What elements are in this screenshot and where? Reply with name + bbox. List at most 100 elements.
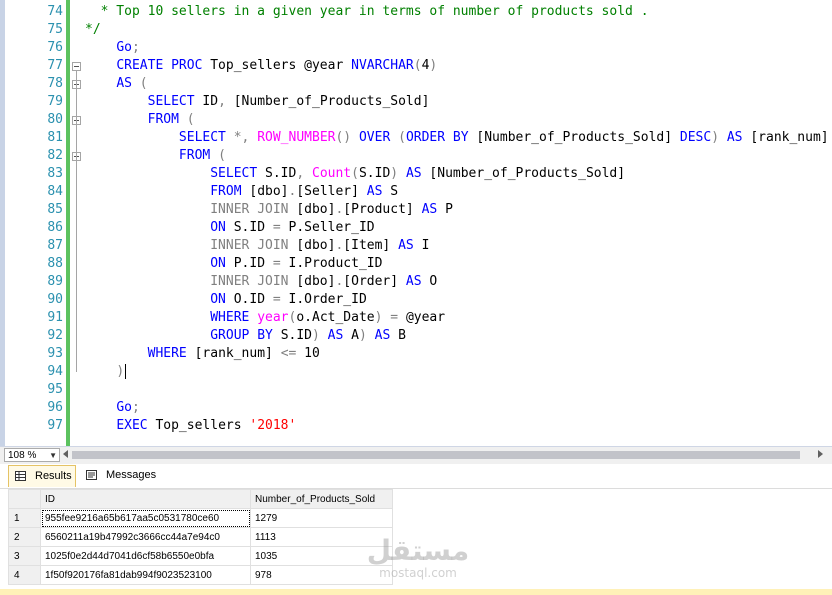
code-token: ROW_NUMBER xyxy=(257,130,336,145)
code-token: ( xyxy=(398,130,406,145)
sql-editor[interactable]: 74 * Top 10 sellers in a given year in t… xyxy=(5,0,832,446)
row-number[interactable]: 1 xyxy=(8,508,41,528)
code-token: SELECT xyxy=(147,94,203,109)
code-line[interactable]: 86 ON S.ID = P.Seller_ID xyxy=(5,219,832,237)
code-line[interactable]: 83 SELECT S.ID, Count(S.ID) AS [Number_o… xyxy=(5,165,832,183)
code-line[interactable]: 75 */ xyxy=(5,21,832,39)
results-table: ID Number_of_Products_Sold 1 955fee9216a… xyxy=(8,489,393,585)
line-number: 92 xyxy=(47,328,63,343)
code-line[interactable]: 77 CREATE PROC Top_sellers @year NVARCHA… xyxy=(5,57,832,75)
code-token: AS xyxy=(405,274,430,289)
code-text: WHERE year(o.Act_Date) = @year xyxy=(85,309,445,327)
code-text: * Top 10 sellers in a given year in term… xyxy=(85,3,649,21)
code-token: <= xyxy=(280,346,305,361)
code-token: [Order] xyxy=(343,274,406,289)
scroll-right-arrow-icon[interactable] xyxy=(818,450,823,458)
line-number: 97 xyxy=(47,418,63,433)
code-token: A xyxy=(351,328,359,343)
code-line[interactable]: 91 WHERE year(o.Act_Date) = @year xyxy=(5,309,832,327)
code-text: INNER JOIN [dbo].[Product] AS P xyxy=(85,201,453,219)
horizontal-scrollbar-thumb[interactable] xyxy=(72,451,800,459)
zoom-dropdown[interactable]: 108 % ▼ xyxy=(4,448,60,462)
code-token: P.ID xyxy=(233,256,273,271)
code-line[interactable]: 87 INNER JOIN [dbo].[Item] AS I xyxy=(5,237,832,255)
code-text: EXEC Top_sellers '2018' xyxy=(85,417,296,435)
code-line[interactable]: 79 SELECT ID, [Number_of_Products_Sold] xyxy=(5,93,832,111)
line-number: 75 xyxy=(47,22,63,37)
code-token: '2018' xyxy=(249,418,297,433)
code-line[interactable]: 78 AS ( xyxy=(5,75,832,93)
code-token: ( xyxy=(218,148,226,163)
code-line[interactable]: 94 ) xyxy=(5,363,832,381)
code-token: Top_sellers @year xyxy=(210,58,352,73)
table-row[interactable]: 4 1f50f920176fa81dab994f9023523100 978 xyxy=(8,565,393,585)
table-row[interactable]: 1 955fee9216a65b617aa5c0531780ce60 1279 xyxy=(8,508,393,528)
code-line[interactable]: 85 INNER JOIN [dbo].[Product] AS P xyxy=(5,201,832,219)
row-number[interactable]: 4 xyxy=(8,565,41,585)
id-cell[interactable]: 955fee9216a65b617aa5c0531780ce60 xyxy=(40,508,251,528)
code-token: I.Order_ID xyxy=(288,292,367,307)
code-line[interactable]: 95 xyxy=(5,381,832,399)
code-line[interactable]: 97 EXEC Top_sellers '2018' xyxy=(5,417,832,435)
line-number: 96 xyxy=(47,400,63,415)
code-line[interactable]: 84 FROM [dbo].[Seller] AS S xyxy=(5,183,832,201)
code-text: ) xyxy=(85,363,127,381)
tab-messages[interactable]: Messages xyxy=(80,465,158,486)
code-token: WHERE xyxy=(147,346,195,361)
code-token: [dbo] xyxy=(296,238,336,253)
code-token: Go xyxy=(116,40,132,55)
code-token: [Item] xyxy=(343,238,399,253)
code-token: S.ID xyxy=(358,166,391,181)
line-number: 80 xyxy=(47,112,63,127)
tab-results[interactable]: Results xyxy=(8,465,76,487)
code-token: O.ID xyxy=(233,292,273,307)
table-row[interactable]: 3 1025f0e2d44d7041d6cf58b6550e0bfa 1035 xyxy=(8,546,393,566)
code-token: ) xyxy=(711,130,727,145)
scroll-left-arrow-icon[interactable] xyxy=(63,450,68,458)
code-text: */ xyxy=(85,21,101,39)
code-line[interactable]: 96 Go; xyxy=(5,399,832,417)
code-token: [rank_num] xyxy=(194,346,281,361)
id-cell[interactable]: 1025f0e2d44d7041d6cf58b6550e0bfa xyxy=(40,546,251,566)
code-line[interactable]: 93 WHERE [rank_num] <= 10 xyxy=(5,345,832,363)
line-number: 84 xyxy=(47,184,63,199)
column-header-number-of-products-sold[interactable]: Number_of_Products_Sold xyxy=(250,489,393,509)
code-line[interactable]: 74 * Top 10 sellers in a given year in t… xyxy=(5,3,832,21)
id-cell[interactable]: 6560211a19b47992c3666cc44a7e94c0 xyxy=(40,527,251,547)
code-text: WHERE [rank_num] <= 10 xyxy=(85,345,320,363)
line-number: 95 xyxy=(47,382,63,397)
code-token: FROM xyxy=(210,184,250,199)
tab-messages-label: Messages xyxy=(106,469,157,481)
row-number[interactable]: 2 xyxy=(8,527,41,547)
count-cell[interactable]: 1279 xyxy=(250,508,393,528)
code-line[interactable]: 76 Go; xyxy=(5,39,832,57)
id-cell[interactable]: 1f50f920176fa81dab994f9023523100 xyxy=(40,565,251,585)
code-text: FROM [dbo].[Seller] AS S xyxy=(85,183,398,201)
code-line[interactable]: 88 ON P.ID = I.Product_ID xyxy=(5,255,832,273)
table-row[interactable]: 2 6560211a19b47992c3666cc44a7e94c0 1113 xyxy=(8,527,393,547)
code-line[interactable]: 81 SELECT *, ROW_NUMBER() OVER (ORDER BY… xyxy=(5,129,832,147)
code-token: * Top 10 sellers in a given year in term… xyxy=(85,4,649,19)
code-line[interactable]: 82 FROM ( xyxy=(5,147,832,165)
code-line[interactable]: 90 ON O.ID = I.Order_ID xyxy=(5,291,832,309)
zoom-value: 108 % xyxy=(8,450,37,461)
code-text: ON S.ID = P.Seller_ID xyxy=(85,219,375,237)
corner-header[interactable] xyxy=(8,489,41,509)
code-token: P.Seller_ID xyxy=(288,220,375,235)
code-line[interactable]: 92 GROUP BY S.ID) AS A) AS B xyxy=(5,327,832,345)
code-text: GROUP BY S.ID) AS A) AS B xyxy=(85,327,406,345)
column-header-id[interactable]: ID xyxy=(40,489,251,509)
messages-icon xyxy=(86,470,97,480)
row-number[interactable]: 3 xyxy=(8,546,41,566)
code-token: AS xyxy=(421,202,446,217)
line-number: 83 xyxy=(47,166,63,181)
code-line[interactable]: 89 INNER JOIN [dbo].[Order] AS O xyxy=(5,273,832,291)
code-line[interactable]: 80 FROM ( xyxy=(5,111,832,129)
